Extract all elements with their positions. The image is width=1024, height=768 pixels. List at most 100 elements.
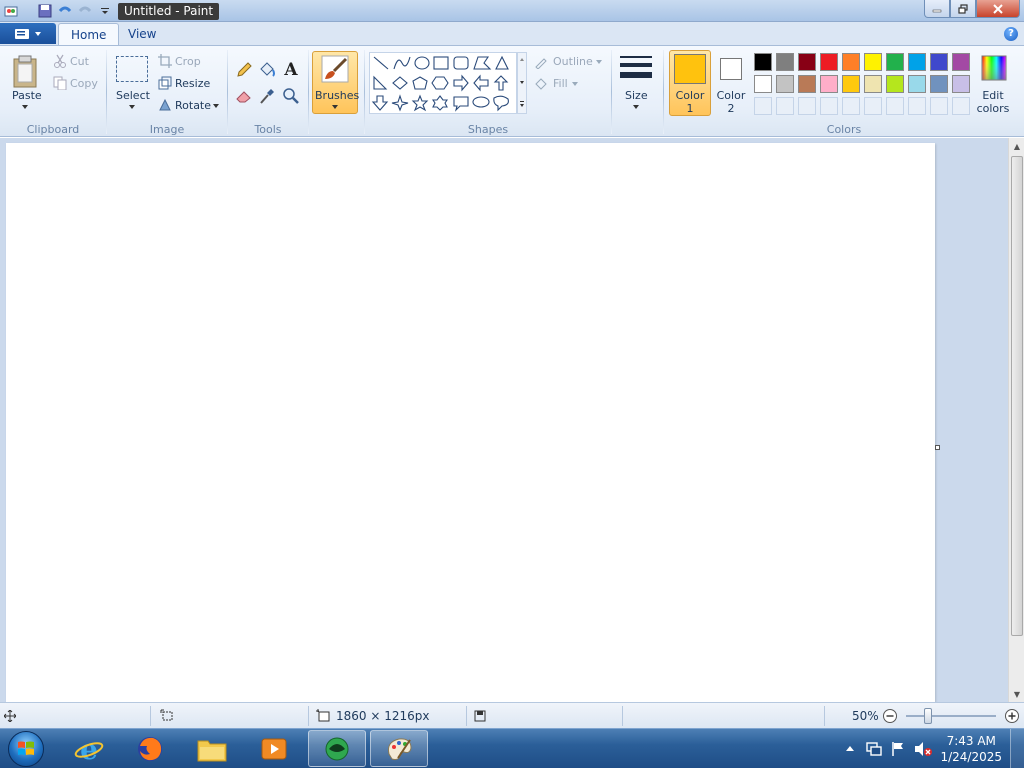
crop-button[interactable]: Crop xyxy=(175,55,201,68)
cut-button[interactable]: Cut xyxy=(70,55,89,68)
palette-swatch[interactable] xyxy=(864,53,882,71)
palette-swatch[interactable] xyxy=(754,53,772,71)
network-icon[interactable] xyxy=(866,741,882,757)
firefox-icon xyxy=(138,736,162,761)
palette-swatch[interactable] xyxy=(930,75,948,93)
paint-app-icon[interactable] xyxy=(2,2,20,20)
canvas-resize-handle[interactable] xyxy=(935,445,940,450)
action-center-flag-icon[interactable] xyxy=(890,741,906,757)
eraser-icon[interactable] xyxy=(233,86,255,106)
paste-dropdown-icon[interactable] xyxy=(22,105,28,109)
zoom-out-button[interactable] xyxy=(882,706,898,726)
custom-color-slot[interactable] xyxy=(798,97,816,115)
palette-swatch[interactable] xyxy=(886,75,904,93)
color2-swatch[interactable] xyxy=(720,58,742,80)
palette-swatch[interactable] xyxy=(842,75,860,93)
outline-button[interactable]: Outline xyxy=(553,55,593,68)
image-dimensions-text: 1860 × 1216px xyxy=(336,709,430,723)
select-dropdown-icon[interactable] xyxy=(129,105,135,109)
copy-button[interactable]: Copy xyxy=(70,77,98,90)
volume-muted-icon[interactable] xyxy=(914,741,932,757)
edit-colors-button[interactable] xyxy=(980,54,1008,82)
zoom-slider-track[interactable] xyxy=(906,715,996,717)
vertical-scrollbar[interactable]: ▲ ▼ xyxy=(1008,138,1024,702)
tab-home[interactable]: Home xyxy=(58,23,120,46)
taskbar-firefox[interactable] xyxy=(121,730,179,767)
custom-color-slot[interactable] xyxy=(864,97,882,115)
rotate-button[interactable]: Rotate xyxy=(175,99,211,112)
scrollbar-thumb[interactable] xyxy=(1011,156,1023,636)
custom-color-slot[interactable] xyxy=(754,97,772,115)
redo-icon[interactable] xyxy=(76,2,94,20)
fill-button[interactable]: Fill xyxy=(553,77,568,90)
palette-swatch[interactable] xyxy=(930,53,948,71)
palette-swatch[interactable] xyxy=(798,53,816,71)
custom-color-slot[interactable] xyxy=(820,97,838,115)
palette-swatch[interactable] xyxy=(952,53,970,71)
minimize-button[interactable] xyxy=(924,0,950,18)
copy-icon xyxy=(52,75,68,91)
undo-icon[interactable] xyxy=(56,2,74,20)
size-dropdown-icon xyxy=(633,105,639,109)
text-tool-icon[interactable]: A xyxy=(280,60,302,80)
color-palette xyxy=(754,53,976,117)
clipboard-group-label: Clipboard xyxy=(26,123,80,136)
palette-swatch[interactable] xyxy=(864,75,882,93)
taskbar-active-app[interactable] xyxy=(308,730,366,767)
palette-swatch[interactable] xyxy=(776,53,794,71)
palette-swatch[interactable] xyxy=(820,53,838,71)
scroll-up-icon[interactable]: ▲ xyxy=(1009,138,1024,154)
help-icon[interactable]: ? xyxy=(1004,27,1018,41)
restore-icon xyxy=(958,3,968,14)
taskbar-media-player[interactable] xyxy=(245,730,303,767)
color-picker-icon[interactable] xyxy=(256,86,278,106)
palette-swatch[interactable] xyxy=(886,53,904,71)
magnifier-icon[interactable] xyxy=(280,86,302,106)
gallery-scroll-arrows-icon xyxy=(520,58,524,107)
custom-color-slot[interactable] xyxy=(930,97,948,115)
custom-color-slot[interactable] xyxy=(886,97,904,115)
color1-swatch xyxy=(674,54,706,84)
custom-color-slot[interactable] xyxy=(952,97,970,115)
drawing-canvas[interactable] xyxy=(6,143,935,702)
palette-swatch[interactable] xyxy=(754,75,772,93)
pencil-icon[interactable] xyxy=(233,60,255,80)
taskbar-file-explorer[interactable] xyxy=(183,730,241,767)
zoom-level: 50% xyxy=(852,709,879,723)
custom-color-slot[interactable] xyxy=(842,97,860,115)
paint-menu-button[interactable] xyxy=(0,23,56,44)
crop-icon xyxy=(157,53,173,69)
size-button[interactable] xyxy=(618,54,654,84)
shapes-gallery-scrollbar[interactable] xyxy=(517,52,527,114)
customize-qat-icon[interactable] xyxy=(96,2,114,20)
system-clock[interactable]: 7:43 AM 1/24/2025 xyxy=(940,733,1002,765)
show-hidden-icons-icon[interactable] xyxy=(846,745,854,751)
palette-swatch[interactable] xyxy=(798,75,816,93)
palette-swatch[interactable] xyxy=(952,75,970,93)
palette-swatch[interactable] xyxy=(820,75,838,93)
custom-color-slot[interactable] xyxy=(908,97,926,115)
custom-color-slot[interactable] xyxy=(776,97,794,115)
restore-button[interactable] xyxy=(950,0,976,18)
select-button[interactable] xyxy=(116,56,148,82)
palette-swatch[interactable] xyxy=(776,75,794,93)
resize-button[interactable]: Resize xyxy=(175,77,210,90)
palette-swatch[interactable] xyxy=(842,53,860,71)
palette-swatch[interactable] xyxy=(908,53,926,71)
color2-label: Color 2 xyxy=(716,89,746,115)
start-button[interactable] xyxy=(8,731,44,767)
tab-view[interactable]: View xyxy=(116,23,168,45)
fill-bucket-icon[interactable] xyxy=(256,60,278,80)
scroll-down-icon[interactable]: ▼ xyxy=(1009,686,1024,702)
taskbar-paint[interactable] xyxy=(370,730,428,767)
rotate-dropdown-icon[interactable] xyxy=(213,104,219,108)
show-desktop-button[interactable] xyxy=(1010,729,1024,768)
palette-swatch[interactable] xyxy=(908,75,926,93)
paste-button[interactable] xyxy=(10,52,42,92)
save-icon[interactable] xyxy=(36,2,54,20)
zoom-slider-thumb[interactable] xyxy=(924,708,932,724)
close-button[interactable] xyxy=(976,0,1020,18)
taskbar-internet-explorer[interactable]: e xyxy=(60,730,118,767)
zoom-in-button[interactable] xyxy=(1004,706,1020,726)
cloud-callout-shape-icon xyxy=(493,95,509,112)
